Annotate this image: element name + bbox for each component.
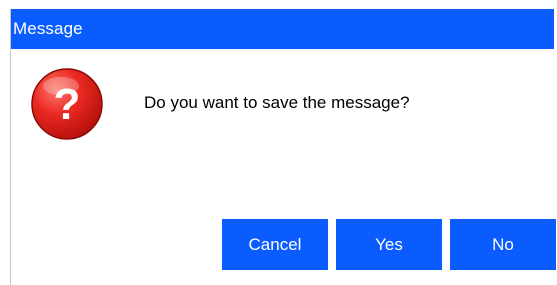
window-title: Message <box>13 19 83 38</box>
yes-button[interactable]: Yes <box>336 219 442 270</box>
no-button[interactable]: No <box>450 219 556 270</box>
message-dialog: Message ? Do you want to save the messag… <box>10 9 556 285</box>
cancel-button[interactable]: Cancel <box>222 219 328 270</box>
dialog-message: Do you want to save the message? <box>144 93 410 112</box>
question-mark-icon: ? <box>29 66 105 142</box>
svg-text:?: ? <box>54 80 81 129</box>
title-bar[interactable]: Message <box>11 9 554 49</box>
